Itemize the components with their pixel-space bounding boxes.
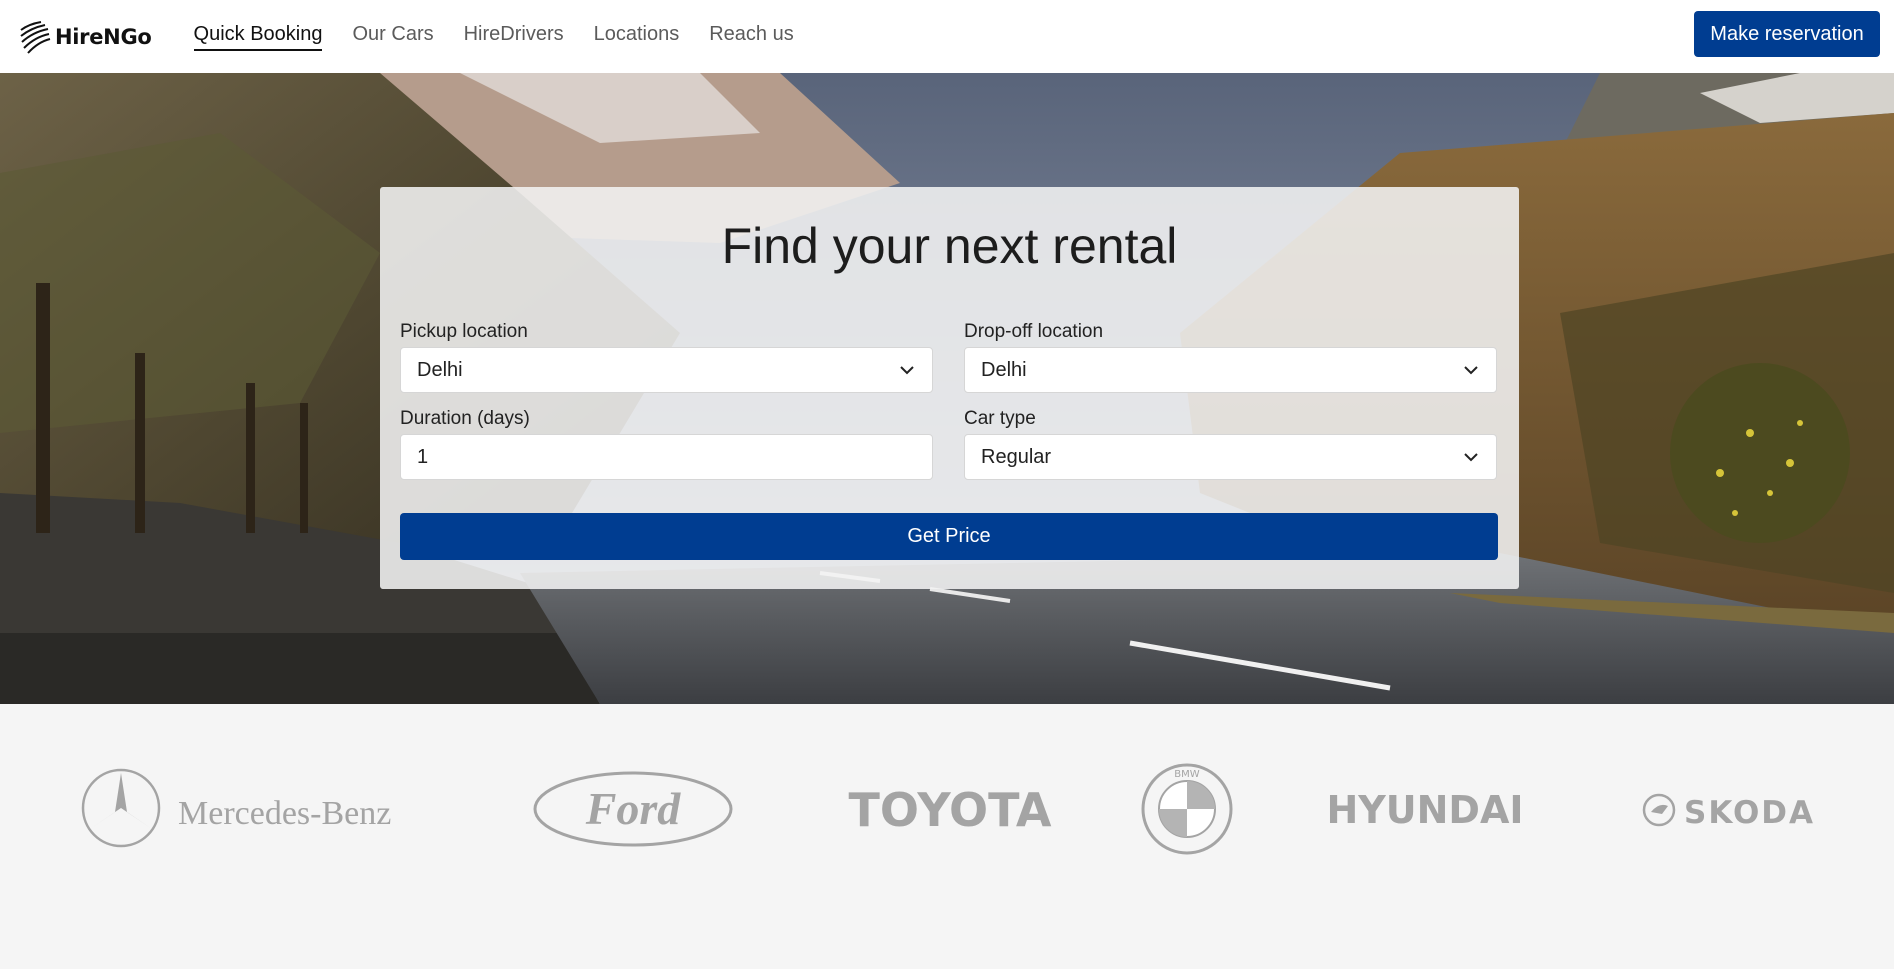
- hyundai-wordmark: HYUNDAI: [1326, 788, 1523, 829]
- mercedes-benz-wordmark: Mercedes-Benz: [178, 795, 391, 832]
- pickup-location-select[interactable]: Delhi: [400, 347, 933, 393]
- skoda-logo: SKODA: [1642, 793, 1815, 828]
- car-type-value: Regular: [981, 445, 1052, 468]
- nav-our-cars[interactable]: Our Cars: [352, 23, 433, 51]
- car-type-label: Car type: [964, 408, 1036, 429]
- duration-value: 1: [417, 445, 429, 468]
- ford-logo: Ford: [533, 771, 733, 847]
- hyundai-logo: HYUNDAI: [1326, 788, 1523, 829]
- dropoff-location-label: Drop-off location: [964, 321, 1104, 342]
- bmw-logo: BMW: [1141, 763, 1233, 855]
- booking-form: Find your next rental Pickup location De…: [380, 187, 1519, 589]
- chevron-down-icon: [900, 366, 914, 375]
- brand-name: HireNGo: [55, 24, 152, 49]
- make-reservation-button[interactable]: Make reservation: [1694, 11, 1880, 57]
- skoda-wordmark: SKODA: [1684, 795, 1815, 828]
- duration-input[interactable]: 1: [400, 434, 933, 480]
- brand-logo[interactable]: HireNGo: [19, 20, 152, 54]
- brand-stripes-icon: [20, 20, 51, 54]
- nav-reach-us[interactable]: Reach us: [709, 23, 794, 51]
- bmw-wordmark: BMW: [1174, 769, 1199, 780]
- mercedes-benz-logo: Mercedes-Benz: [81, 768, 391, 848]
- top-navigation-bar: HireNGo Quick Booking Our Cars HireDrive…: [0, 0, 1894, 73]
- pickup-location-value: Delhi: [417, 358, 463, 381]
- nav-quick-booking[interactable]: Quick Booking: [193, 23, 323, 51]
- pickup-location-label: Pickup location: [400, 321, 528, 342]
- booking-title: Find your next rental: [721, 218, 1178, 274]
- ford-wordmark: Ford: [585, 783, 682, 834]
- car-type-select[interactable]: Regular: [964, 434, 1497, 480]
- main-nav: Quick Booking Our Cars HireDrivers Locat…: [193, 23, 824, 51]
- get-price-button[interactable]: Get Price: [400, 513, 1498, 560]
- chevron-down-icon: [1464, 453, 1478, 462]
- toyota-wordmark: TOYOTA: [848, 783, 1051, 832]
- chevron-down-icon: [1464, 366, 1478, 375]
- nav-locations[interactable]: Locations: [594, 23, 680, 51]
- dropoff-location-value: Delhi: [981, 358, 1027, 381]
- hero-section: Find your next rental Pickup location De…: [0, 73, 1894, 704]
- car-brands-strip: Mercedes-Benz Ford TOYOTA BMW HYUNDAI SK…: [0, 704, 1894, 969]
- toyota-logo: TOYOTA: [848, 783, 1051, 832]
- duration-label: Duration (days): [400, 408, 530, 429]
- nav-hire-drivers[interactable]: HireDrivers: [464, 23, 564, 51]
- dropoff-location-select[interactable]: Delhi: [964, 347, 1497, 393]
